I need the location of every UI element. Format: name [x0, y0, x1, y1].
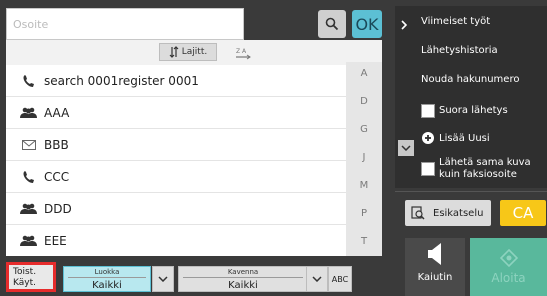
index-letter[interactable]: M	[346, 180, 382, 191]
contact-row[interactable]: search 0001register 0001	[6, 65, 346, 97]
contact-row[interactable]: BBB	[6, 129, 346, 161]
group-icon	[20, 105, 38, 121]
ca-button[interactable]: CA	[500, 200, 546, 226]
speaker-icon	[428, 243, 441, 265]
index-letter[interactable]: T	[346, 236, 382, 247]
index-letter[interactable]: G	[346, 124, 382, 135]
search-icon	[325, 17, 339, 31]
address-book-panel: Lajitt. Z A search 0001register 0001 AAA	[6, 40, 382, 273]
plus-icon[interactable]	[422, 132, 434, 144]
narrow-filter-caption: Kavenna	[227, 268, 259, 276]
search-button[interactable]	[318, 10, 346, 38]
recall-button[interactable]: Toist. Käyt.	[6, 262, 56, 292]
chevron-down-icon	[401, 145, 411, 151]
direct-send-label: Suora lähetys	[439, 105, 508, 116]
class-filter[interactable]: Luokka Kaikki	[63, 266, 151, 292]
start-button[interactable]: Aloita	[470, 238, 547, 296]
index-letter[interactable]: A	[346, 68, 382, 79]
start-icon	[499, 249, 518, 267]
speaker-button[interactable]: Kaiutin	[405, 238, 465, 296]
sort-icon	[169, 46, 179, 58]
group-icon	[20, 201, 38, 217]
same-image-checkbox[interactable]	[421, 162, 435, 176]
contact-name: BBB	[44, 137, 69, 152]
contact-name: search 0001register 0001	[44, 73, 199, 88]
index-letter[interactable]: D	[346, 96, 382, 107]
speaker-label: Kaiutin	[417, 272, 453, 283]
preview-icon	[411, 206, 425, 220]
same-image-label: Lähetä sama kuva kuin faksiosoite	[439, 157, 531, 180]
alphabet-index: A D G J M P T W	[346, 62, 382, 273]
index-letter[interactable]: J	[346, 152, 382, 163]
chevron-right-icon	[401, 20, 407, 30]
direct-send-checkbox[interactable]	[421, 104, 435, 118]
svg-text:A: A	[242, 48, 247, 55]
svg-text:Z: Z	[236, 48, 240, 55]
index-letter[interactable]: P	[346, 208, 382, 219]
contact-row[interactable]: DDD	[6, 193, 346, 225]
class-filter-dropdown[interactable]	[152, 266, 174, 292]
preview-button[interactable]: Esikatselu	[405, 200, 491, 226]
email-icon	[20, 137, 38, 153]
add-new-button[interactable]: Lisää Uusi	[439, 133, 490, 145]
contact-name: AAA	[44, 105, 70, 120]
sort-button[interactable]: Lajitt.	[159, 43, 217, 61]
contact-row[interactable]: EEE	[6, 225, 346, 257]
contact-list: search 0001register 0001 AAA BBB CCC DDD	[6, 65, 346, 256]
sort-order-icon[interactable]: Z A	[234, 44, 254, 62]
contact-name: DDD	[44, 201, 72, 216]
expand-panel-button[interactable]	[395, 8, 413, 42]
class-filter-value: Kaikki	[92, 280, 122, 291]
start-label: Aloita	[491, 271, 526, 285]
divider	[183, 277, 303, 278]
collapse-panel-button[interactable]	[398, 140, 414, 156]
address-input[interactable]	[7, 9, 243, 39]
contact-row[interactable]: CCC	[6, 161, 346, 193]
chevron-down-icon	[312, 276, 322, 282]
menu-retrieve-number[interactable]: Nouda hakunumero	[421, 74, 519, 86]
narrow-filter-value: Kaikki	[228, 280, 258, 291]
chevron-down-icon	[158, 276, 168, 282]
contact-name: CCC	[44, 169, 70, 184]
group-icon	[20, 233, 38, 249]
menu-recent-jobs[interactable]: Viimeiset työt	[421, 16, 490, 28]
preview-label: Esikatselu	[433, 207, 484, 219]
panel-divider	[395, 191, 547, 192]
sort-label: Lajitt.	[181, 47, 208, 57]
narrow-filter[interactable]: Kavenna Kaikki	[178, 266, 308, 292]
contact-name: EEE	[44, 234, 67, 248]
narrow-filter-dropdown[interactable]	[306, 266, 328, 292]
abc-button[interactable]: ABC	[328, 266, 352, 292]
divider	[68, 277, 146, 278]
address-bar[interactable]	[6, 8, 244, 40]
class-filter-caption: Luokka	[94, 268, 120, 276]
menu-send-history[interactable]: Lähetyshistoria	[421, 45, 498, 57]
contact-row[interactable]: AAA	[6, 97, 346, 129]
fax-icon	[20, 73, 38, 89]
ok-button[interactable]: OK	[352, 10, 382, 38]
fax-icon	[20, 169, 38, 185]
